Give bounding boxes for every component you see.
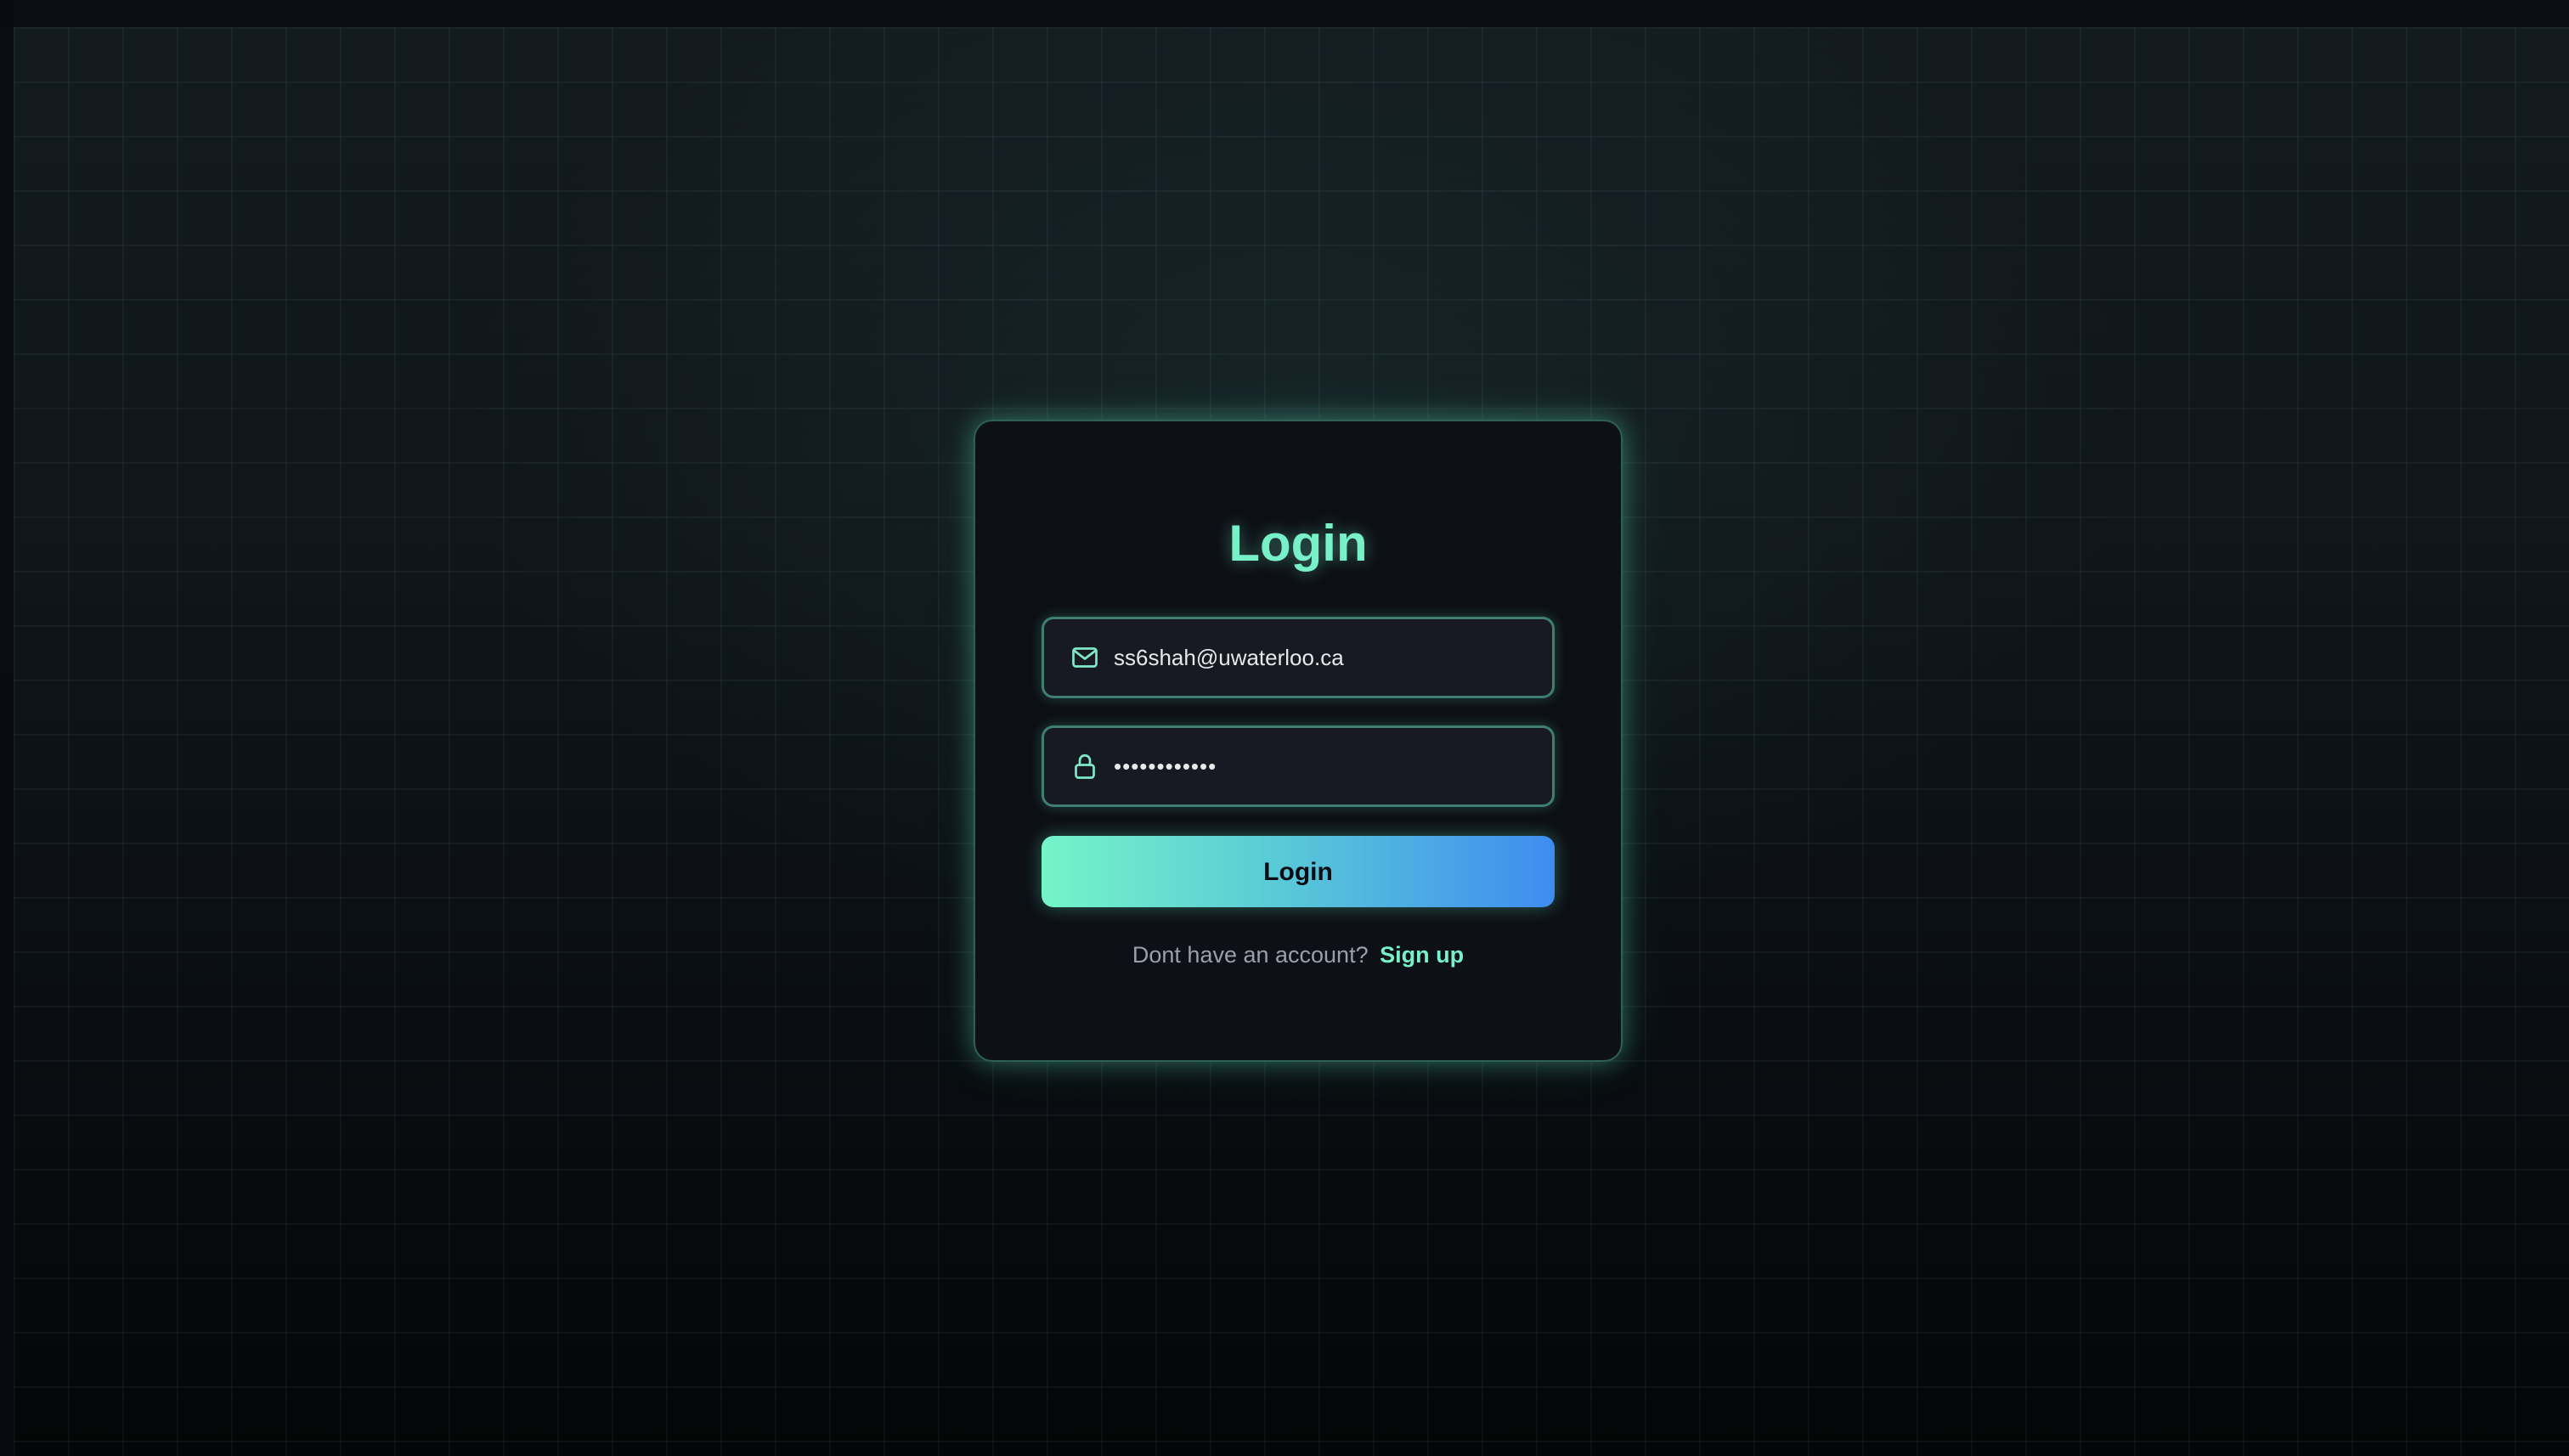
login-card: Login •••••••••••• Login Dont have an ac… [974, 420, 1623, 1062]
login-screen: Login •••••••••••• Login Dont have an ac… [0, 0, 2569, 1456]
signup-link[interactable]: Sign up [1380, 942, 1464, 968]
password-field[interactable]: •••••••••••• [1042, 725, 1555, 807]
signup-prompt: Dont have an account? [1132, 942, 1369, 968]
password-input[interactable]: •••••••••••• [1114, 728, 1539, 804]
email-field[interactable] [1042, 617, 1555, 698]
signup-row: Dont have an account? Sign up [975, 940, 1621, 970]
top-bar [0, 0, 2569, 27]
lock-icon [1075, 753, 1095, 779]
left-edge-bar [0, 0, 14, 1456]
login-button[interactable]: Login [1042, 836, 1555, 907]
login-title: Login [1228, 515, 1368, 572]
mail-icon [1072, 647, 1098, 668]
email-input[interactable] [1114, 619, 1539, 696]
